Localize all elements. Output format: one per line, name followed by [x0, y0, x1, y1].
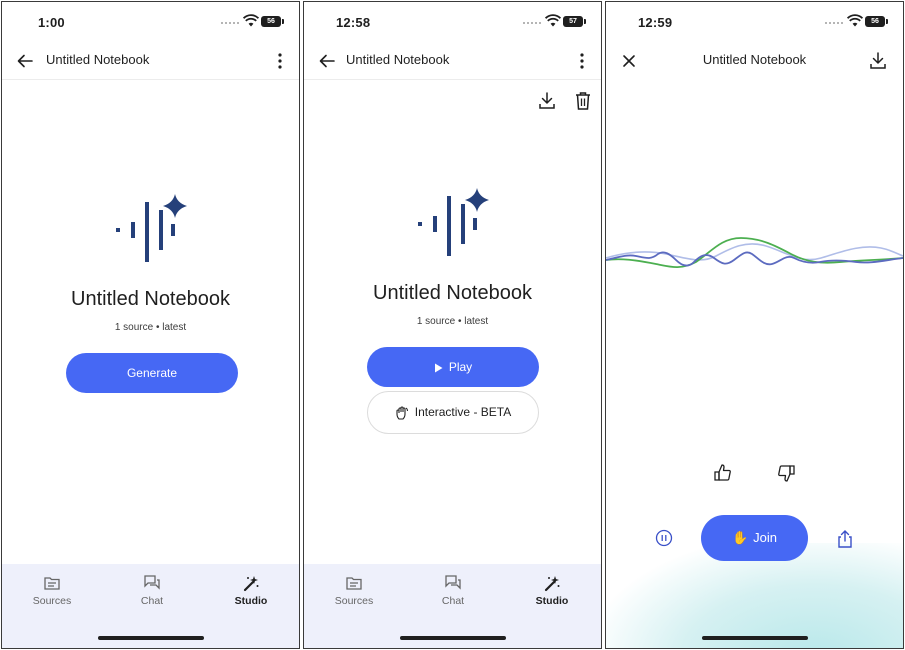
status-time: 12:58: [336, 15, 371, 30]
play-icon: [434, 363, 443, 373]
join-button[interactable]: ✋ Join: [701, 515, 808, 561]
interactive-button-label: Interactive - BETA: [414, 405, 512, 419]
nav-item-chat[interactable]: Chat: [413, 574, 493, 607]
thumbs-down-icon[interactable]: [775, 462, 797, 484]
battery-indicator: 56: [261, 16, 284, 27]
bottom-nav: Sources Chat Studio: [304, 564, 601, 648]
more-vert-icon[interactable]: [571, 50, 593, 72]
app-bar: Untitled Notebook: [304, 42, 601, 80]
status-time: 12:59: [638, 15, 673, 30]
cellular-signal-icon: [825, 22, 843, 26]
audio-overview-logo-icon: [418, 188, 489, 256]
raised-hand-icon: ✋: [731, 530, 749, 545]
status-bar: 12:58 57: [304, 2, 601, 42]
nav-label-chat: Chat: [140, 595, 164, 607]
battery-indicator: 57: [563, 16, 586, 27]
status-bar: 12:59 56: [606, 2, 903, 42]
app-bar-title: Untitled Notebook: [702, 52, 807, 67]
join-button-label: Join: [753, 530, 778, 545]
nav-label-sources: Sources: [32, 595, 72, 607]
notebook-title: Untitled Notebook: [71, 288, 230, 310]
app-bar-title: Untitled Notebook: [46, 52, 150, 67]
wifi-icon: [847, 14, 863, 27]
download-icon[interactable]: [867, 50, 889, 72]
audio-overview-logo-icon: [116, 194, 187, 262]
wifi-icon: [545, 14, 561, 27]
status-time: 1:00: [38, 15, 65, 30]
status-bar: 1:00 56: [2, 2, 299, 42]
back-arrow-icon[interactable]: [14, 50, 36, 72]
nav-label-studio: Studio: [535, 595, 569, 607]
share-icon[interactable]: [834, 528, 856, 550]
back-arrow-icon[interactable]: [316, 50, 338, 72]
pause-icon[interactable]: [653, 527, 675, 549]
nav-item-studio[interactable]: Studio: [211, 574, 291, 607]
home-indicator: [97, 636, 204, 640]
interactive-hand-icon: [396, 406, 408, 420]
play-button-label: Play: [448, 360, 473, 374]
delete-icon[interactable]: [572, 90, 594, 112]
phone-screen-play: 12:58 57 Untitled Notebook Untitled Note…: [303, 1, 602, 649]
thumbs-up-icon[interactable]: [712, 462, 734, 484]
sources-icon: [44, 577, 60, 590]
download-icon[interactable]: [536, 90, 558, 112]
chat-icon: [445, 575, 461, 590]
bottom-nav: Sources Chat Studio: [2, 564, 299, 648]
notebook-subtitle: 1 source • latest: [114, 322, 187, 333]
cellular-signal-icon: [221, 22, 239, 26]
home-indicator: [399, 636, 506, 640]
wifi-icon: [243, 14, 259, 27]
app-bar: Untitled Notebook: [2, 42, 299, 80]
battery-indicator: 56: [865, 16, 888, 27]
nav-item-sources[interactable]: Sources: [314, 574, 394, 607]
cellular-signal-icon: [523, 22, 541, 26]
studio-icon: [544, 576, 560, 592]
studio-icon: [243, 576, 259, 592]
notebook-subtitle: 1 source • latest: [416, 316, 489, 327]
notebook-title: Untitled Notebook: [373, 282, 532, 304]
nav-label-chat: Chat: [441, 595, 465, 607]
generate-button[interactable]: Generate: [66, 353, 238, 393]
more-vert-icon[interactable]: [269, 50, 291, 72]
home-indicator: [701, 636, 808, 640]
sources-icon: [346, 577, 362, 590]
audio-waveform: [606, 237, 903, 269]
nav-item-sources[interactable]: Sources: [12, 574, 92, 607]
nav-label-sources: Sources: [334, 595, 374, 607]
nav-label-studio: Studio: [234, 595, 268, 607]
nav-item-studio[interactable]: Studio: [512, 574, 592, 607]
nav-item-chat[interactable]: Chat: [112, 574, 192, 607]
chat-icon: [144, 575, 160, 590]
app-bar-title: Untitled Notebook: [346, 52, 450, 67]
phone-screen-player: 12:59 56 Untitled Notebook ✋ Join: [605, 1, 904, 649]
phone-screen-generate: 1:00 56 Untitled Notebook Untitled Noteb…: [1, 1, 300, 649]
play-button[interactable]: Play: [367, 347, 539, 387]
app-bar: Untitled Notebook: [606, 42, 903, 80]
interactive-beta-button[interactable]: Interactive - BETA: [367, 391, 539, 434]
